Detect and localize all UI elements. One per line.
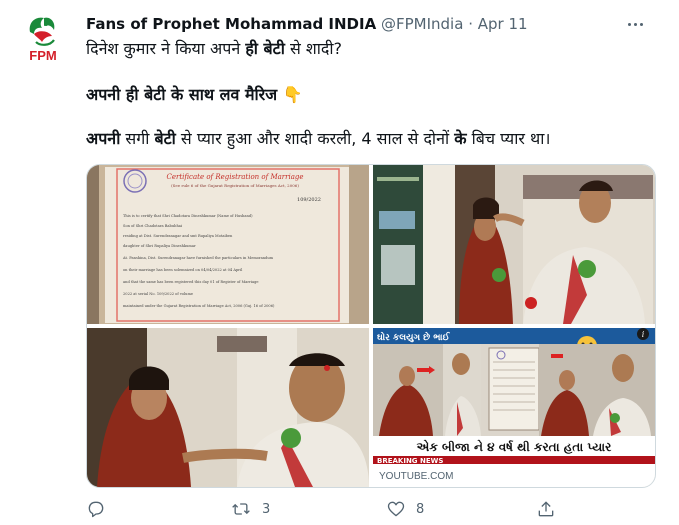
media-grid: Certificate of Registration of Marriage … xyxy=(86,164,656,488)
tweet-header: Fans of Prophet Mohammad INDIA @FPMIndia… xyxy=(86,14,528,34)
tweet-text-line-1: दिनेश कुमार ने किया अपने ही बेटी से शादी… xyxy=(86,38,342,60)
tweet-actions: 3 8 xyxy=(86,497,646,521)
author-handle[interactable]: @FPMIndia xyxy=(381,15,463,33)
like-button[interactable]: 8 xyxy=(386,497,424,521)
share-icon xyxy=(538,501,554,517)
certificate-line: At. Panshina, Dist. Surendranagar have f… xyxy=(122,256,274,260)
text-segment-bold: ही बेटी xyxy=(245,39,285,58)
tweet-date[interactable]: Apr 11 xyxy=(478,15,528,33)
text-segment: दिनेश कुमार ने किया अपने xyxy=(86,39,246,58)
news-caption: એક બીજા ને ૪ વર્ષ થી કરતા હતા પ્યાર xyxy=(417,439,612,454)
news-ticker: BREAKING NEWS xyxy=(377,457,443,465)
certificate-line: 2022 at serial No. 109/2022 of volume xyxy=(123,292,193,296)
text-segment-bold: अपनी ही बेटी के साथ लव मैरिज xyxy=(86,85,278,104)
certificate-title: Certificate of Registration of Marriage xyxy=(166,173,303,181)
certificate-line: daughter of Shri Rupaliya Dineshkumar xyxy=(123,244,196,248)
text-segment-bold: बेटी xyxy=(154,129,176,148)
tweet-article[interactable]: FPM Fans of Prophet Mohammad INDIA @FPMI… xyxy=(0,0,679,525)
reply-button[interactable] xyxy=(86,497,106,521)
author-avatar[interactable]: FPM xyxy=(22,12,64,64)
author-name[interactable]: Fans of Prophet Mohammad INDIA xyxy=(86,15,376,33)
media-source-label[interactable]: YOUTUBE.COM xyxy=(379,471,453,482)
certificate-line: Son of Shri Chadotara Babubhai xyxy=(123,224,183,228)
certificate-line: and that the same has been registered th… xyxy=(123,280,259,284)
text-segment: से शादी? xyxy=(284,39,343,58)
retweet-count: 3 xyxy=(262,501,271,517)
text-segment-bold: के xyxy=(454,129,467,148)
separator-dot: · xyxy=(468,15,473,33)
more-icon[interactable] xyxy=(624,14,646,34)
certificate-line: This is to certify that Shri Chadotara D… xyxy=(123,214,253,218)
text-segment: से प्यार हुआ और शादी करली, 4 साल से दोनो… xyxy=(175,129,455,148)
fpm-logo: FPM xyxy=(29,17,57,63)
certificate-subtitle: (See rule 6 of the Gujarat Registration … xyxy=(171,183,299,188)
media-image-certificate[interactable]: Certificate of Registration of Marriage … xyxy=(87,165,369,324)
tweet-text-line-3: अपनी सगी बेटी से प्यार हुआ और शादी करली,… xyxy=(86,128,550,150)
text-segment: बिच प्यार था। xyxy=(466,129,551,148)
retweet-button[interactable]: 3 xyxy=(230,497,270,521)
text-segment: सगी xyxy=(120,129,155,148)
share-button[interactable] xyxy=(536,497,556,521)
certificate-line: on their marriage has been solemnized on… xyxy=(123,268,243,272)
avatar-text: FPM xyxy=(29,48,56,63)
certificate-line: residing at Dist. Surendranagar and smt … xyxy=(123,234,233,238)
reply-icon xyxy=(88,501,104,518)
retweet-icon xyxy=(232,503,250,515)
certificate-line: maintained under the Gujarat Registratio… xyxy=(123,304,275,308)
like-icon xyxy=(387,501,405,517)
media-image-couple-1[interactable] xyxy=(373,165,655,324)
media-image-couple-2[interactable] xyxy=(87,328,369,487)
like-count: 8 xyxy=(416,501,425,517)
text-segment-bold: अपनी xyxy=(86,129,121,148)
info-icon[interactable]: i xyxy=(642,330,645,339)
tweet-text-line-2: अपनी ही बेटी के साथ लव मैरिज 👇 xyxy=(86,84,303,106)
media-image-news[interactable]: ઘોર કલયુગ છે ભાઈ i એક બીજા ને ૪ વર્ષ થી … xyxy=(373,328,655,487)
certificate-number: 109/2022 xyxy=(297,197,321,203)
pointing-down-emoji: 👇 xyxy=(282,85,303,104)
